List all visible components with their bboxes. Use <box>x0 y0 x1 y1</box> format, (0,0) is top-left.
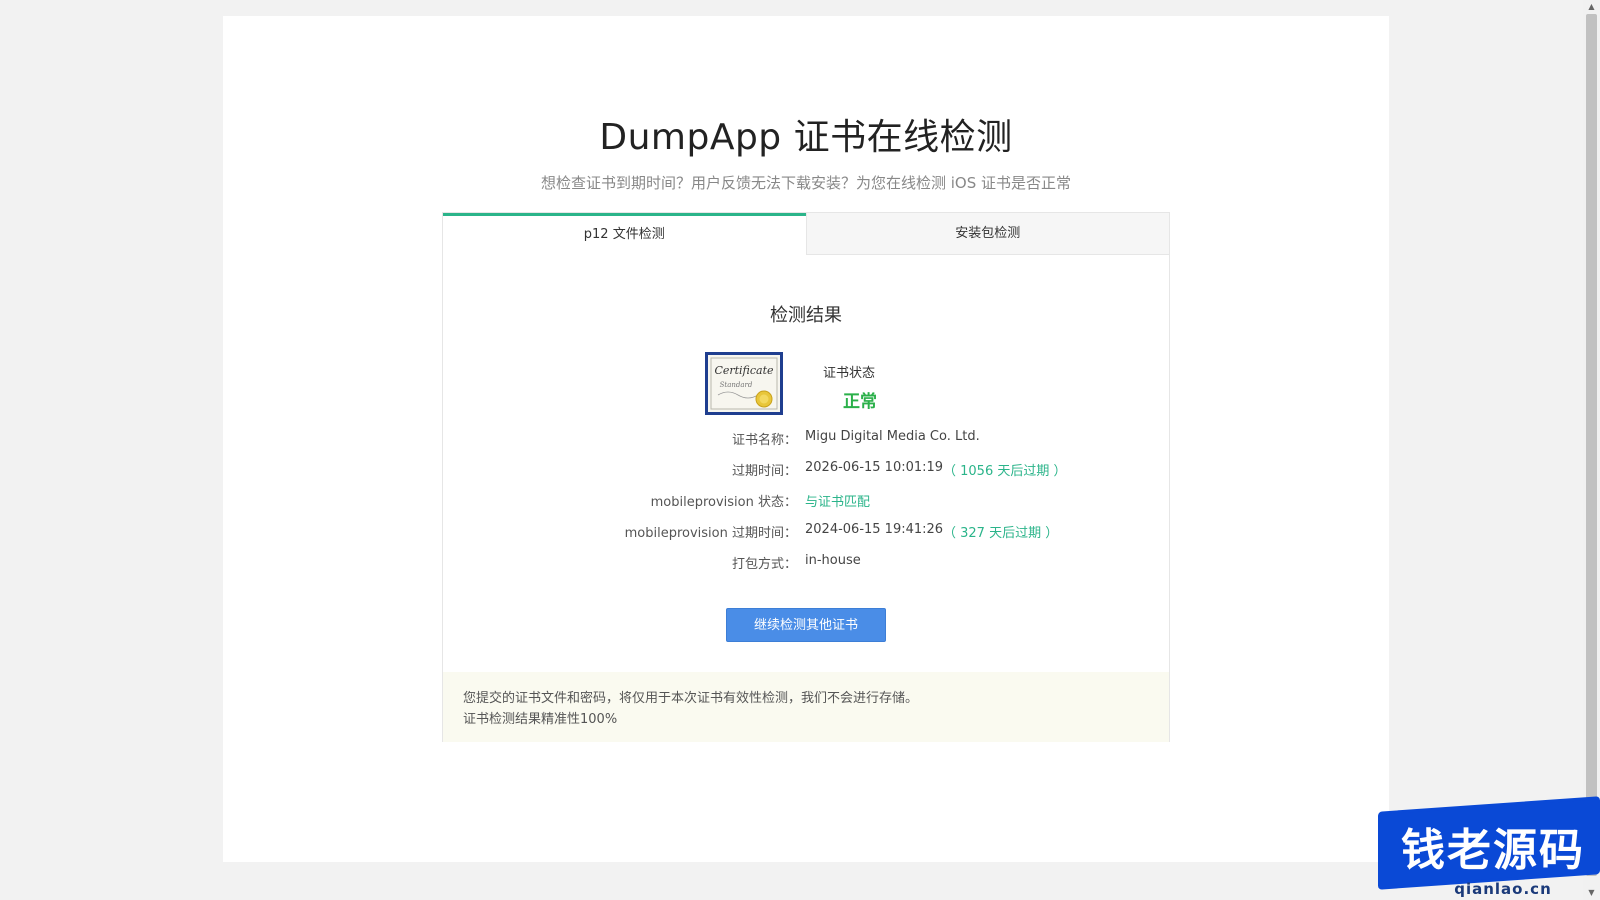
privacy-notice: 您提交的证书文件和密码，将仅用于本次证书有效性检测，我们不会进行存储。 证书检测… <box>443 672 1169 742</box>
vertical-scrollbar[interactable]: ▲ ▼ <box>1583 0 1600 900</box>
page-subtitle: 想检查证书到期时间？用户反馈无法下载安装？为您在线检测 iOS 证书是否正常 <box>540 174 1072 192</box>
scroll-up-icon[interactable]: ▲ <box>1583 0 1600 14</box>
continue-check-button[interactable]: 继续检测其他证书 <box>726 608 886 642</box>
tab-package-check[interactable]: 安装包检测 <box>805 213 1169 255</box>
info-row-expiry: 过期时间： 2026-06-15 10:01:19 （ 1056 天后过期 ） <box>443 460 1169 480</box>
notice-line: 证书检测结果精准性100% <box>463 712 618 727</box>
watermark-domain: qianlao.cn <box>1454 880 1552 898</box>
watermark-text: 钱老源码 <box>1401 825 1585 876</box>
info-label: mobileprovision 过期时间： <box>624 526 797 541</box>
watermark-logo: 钱老源码 qianlao.cn <box>1378 792 1600 900</box>
check-panel: p12 文件检测 安装包检测 检测结果 Certificate Standard… <box>442 212 1170 742</box>
tab-bar: p12 文件检测 安装包检测 <box>443 213 1169 255</box>
page-title: DumpApp 证书在线检测 <box>599 117 1013 158</box>
info-value: Migu Digital Media Co. Ltd. <box>805 429 980 444</box>
provision-days-note: （ 327 天后过期 ） <box>943 526 1059 541</box>
info-value: 2024-06-15 19:41:26 <box>805 522 944 537</box>
info-label: 证书名称： <box>731 433 797 448</box>
info-value: 与证书匹配 <box>805 495 871 510</box>
cert-status-label: 证书状态 <box>823 366 876 381</box>
expiry-days-note: （ 1056 天后过期 ） <box>943 464 1067 479</box>
tab-p12-check[interactable]: p12 文件检测 <box>443 213 806 255</box>
notice-line: 您提交的证书文件和密码，将仅用于本次证书有效性检测，我们不会进行存储。 <box>463 691 919 706</box>
scroll-thumb[interactable] <box>1586 14 1597 876</box>
info-value: 2026-06-15 10:01:19 <box>805 460 944 475</box>
info-label: 过期时间： <box>731 464 797 479</box>
info-row-package-type: 打包方式： in-house <box>443 553 1169 573</box>
result-title: 检测结果 <box>770 305 842 326</box>
cert-status-value: 正常 <box>843 392 877 412</box>
info-label: 打包方式： <box>731 557 797 572</box>
info-row-provision-expiry: mobileprovision 过期时间： 2024-06-15 19:41:2… <box>443 522 1169 542</box>
info-row-cert-name: 证书名称： Migu Digital Media Co. Ltd. <box>443 429 1169 449</box>
info-label: mobileprovision 状态： <box>650 495 797 510</box>
svg-text:Certificate: Certificate <box>714 364 774 377</box>
page-card: DumpApp 证书在线检测 想检查证书到期时间？用户反馈无法下载安装？为您在线… <box>223 16 1389 862</box>
certificate-icon: Certificate Standard <box>705 352 783 415</box>
svg-text:Standard: Standard <box>720 381 753 389</box>
info-row-provision-status: mobileprovision 状态： 与证书匹配 <box>443 491 1169 511</box>
info-value: in-house <box>805 553 861 568</box>
